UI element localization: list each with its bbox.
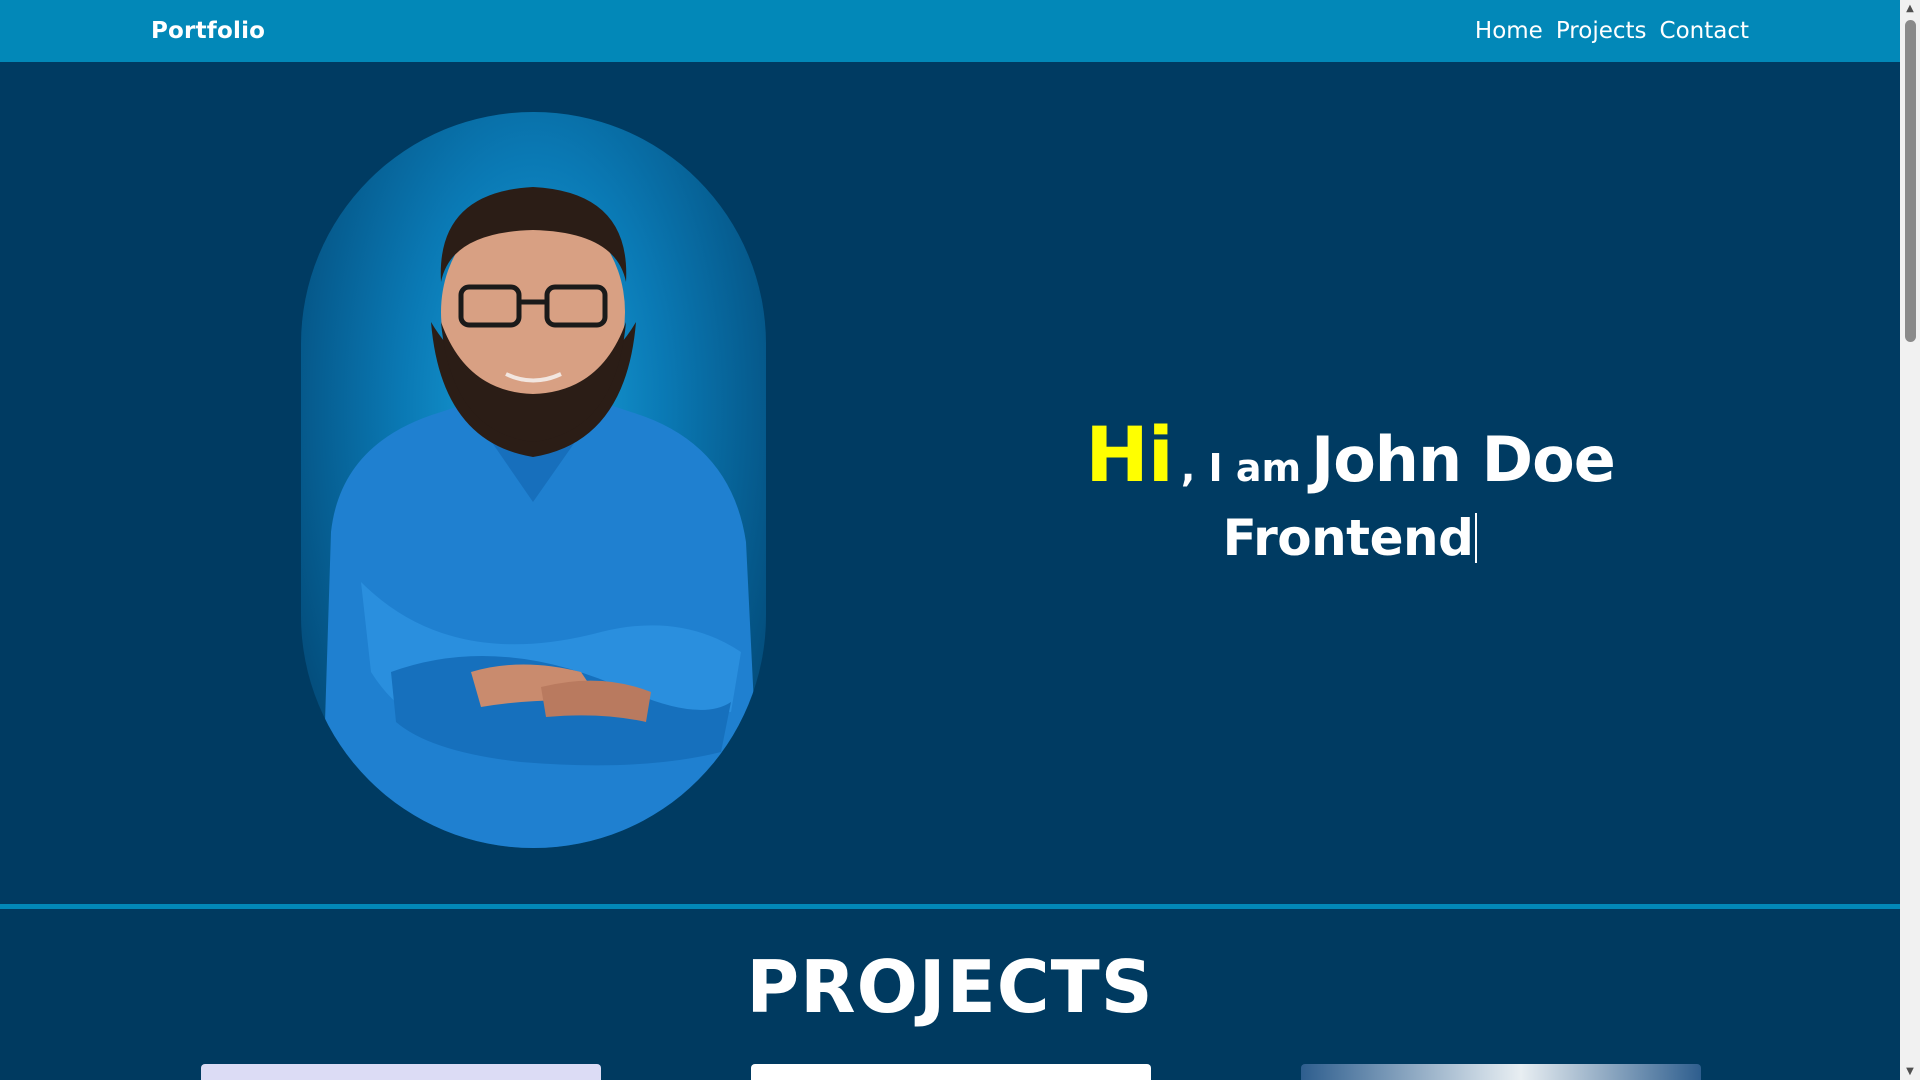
project-card-1[interactable] xyxy=(201,1064,601,1080)
typed-role-text: Frontend xyxy=(1222,509,1474,567)
nav-link-home[interactable]: Home xyxy=(1475,18,1543,44)
hero-section: Hi , I am John Doe Frontend xyxy=(0,62,1900,904)
scrollbar-thumb[interactable] xyxy=(1905,20,1916,342)
profile-portrait xyxy=(301,112,766,848)
greeting-i-am: , I am xyxy=(1180,446,1302,490)
navbar: Portfolio Home Projects Contact xyxy=(0,0,1900,62)
scroll-down-arrow-icon[interactable]: ▼ xyxy=(1900,1063,1920,1080)
scroll-up-arrow-icon[interactable]: ▲ xyxy=(1900,0,1920,17)
hero-intro: Hi , I am John Doe Frontend xyxy=(1000,410,1700,567)
typing-caret xyxy=(1475,513,1478,563)
project-card-2[interactable] xyxy=(751,1064,1151,1080)
nav-links: Home Projects Contact xyxy=(1475,18,1749,44)
projects-section: PROJECTS xyxy=(0,909,1900,1080)
brand-logo-link[interactable]: Portfolio xyxy=(151,18,265,44)
project-card-3[interactable] xyxy=(1301,1064,1701,1080)
greeting-line: Hi , I am John Doe xyxy=(1000,410,1700,499)
projects-heading: PROJECTS xyxy=(746,945,1154,1029)
vertical-scrollbar[interactable]: ▲ ▼ xyxy=(1900,0,1920,1080)
nav-link-contact[interactable]: Contact xyxy=(1660,18,1749,44)
role-line: Frontend xyxy=(1000,509,1700,567)
nav-link-projects[interactable]: Projects xyxy=(1556,18,1647,44)
person-illustration xyxy=(321,187,761,848)
greeting-hi: Hi xyxy=(1085,410,1174,499)
person-name: John Doe xyxy=(1311,423,1616,496)
